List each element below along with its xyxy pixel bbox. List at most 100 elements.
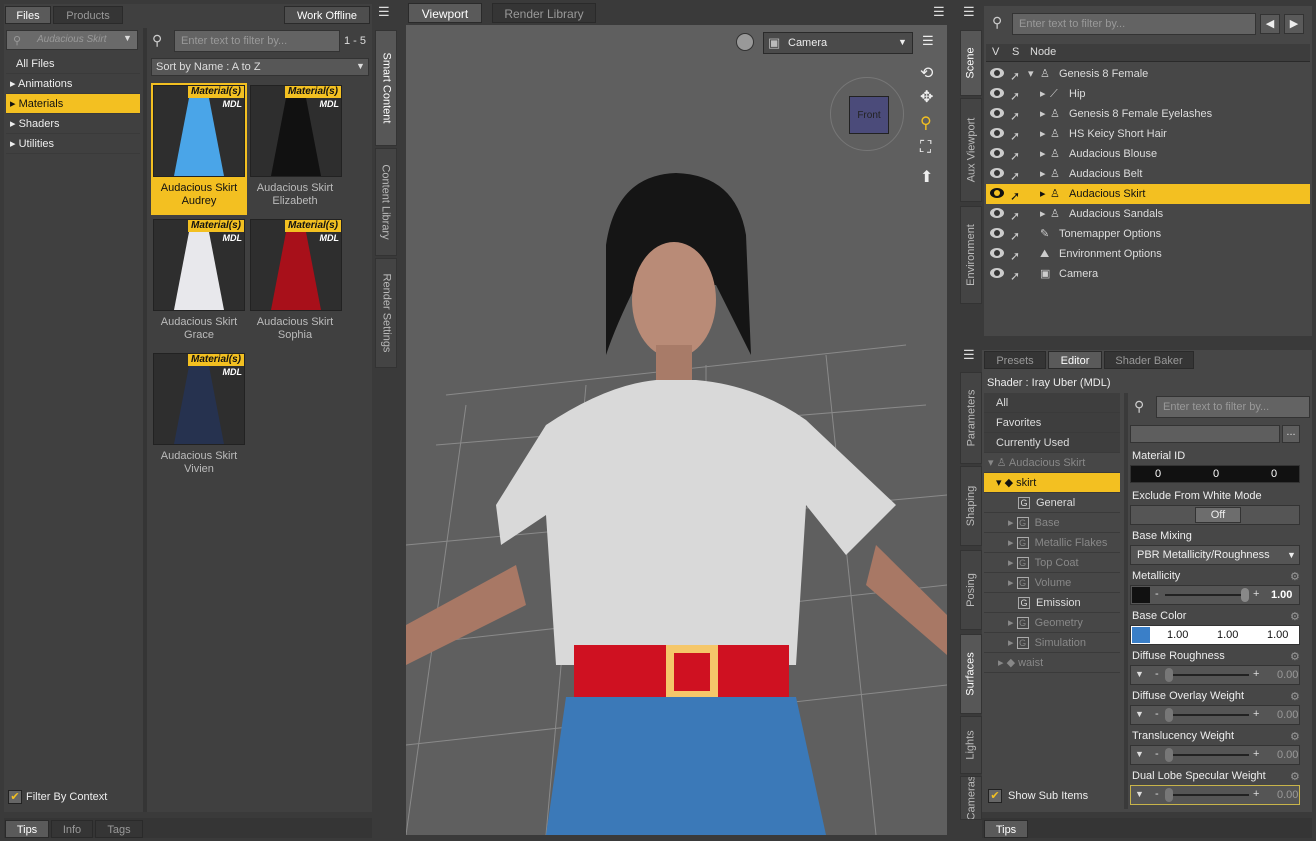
- translucency-slider[interactable]: ▼ - + 0.00: [1130, 745, 1300, 765]
- gear-icon[interactable]: ⚙: [1290, 770, 1300, 783]
- base-mixing-dropdown[interactable]: PBR Metallicity/Roughness ▼: [1130, 545, 1300, 565]
- col-s[interactable]: S: [1012, 46, 1019, 58]
- chevron-down-icon[interactable]: ▼: [1135, 709, 1144, 719]
- vtab-render-settings[interactable]: Render Settings: [375, 258, 397, 368]
- category-animations[interactable]: ▸ Animations: [6, 74, 140, 94]
- chevron-down-icon[interactable]: ▼: [1135, 669, 1144, 679]
- scene-node-belt[interactable]: ➚▸♙Audacious Belt: [986, 164, 1310, 184]
- thumb-elizabeth[interactable]: Material(s) MDL: [250, 85, 342, 177]
- expand-icon[interactable]: ▸: [1040, 144, 1046, 164]
- gear-icon[interactable]: ⚙: [1290, 610, 1300, 623]
- category-utilities[interactable]: ▸ Utilities: [6, 134, 140, 154]
- minus-icon[interactable]: -: [1155, 668, 1159, 680]
- plus-icon[interactable]: +: [1253, 588, 1259, 600]
- scene-node-blouse[interactable]: ➚▸♙Audacious Blouse: [986, 144, 1310, 164]
- vtab-shaping[interactable]: Shaping: [960, 466, 982, 546]
- expand-icon[interactable]: ▸: [1040, 124, 1046, 144]
- reset-view-icon[interactable]: ⬆: [920, 167, 933, 187]
- gear-icon[interactable]: ⚙: [1290, 570, 1300, 583]
- eye-icon[interactable]: [990, 88, 1004, 98]
- expand-icon[interactable]: ▸: [1040, 164, 1046, 184]
- work-offline-button[interactable]: Work Offline: [284, 6, 370, 24]
- select-icon[interactable]: ➚: [1010, 266, 1020, 286]
- plus-icon[interactable]: +: [1253, 788, 1259, 800]
- eye-icon[interactable]: [990, 188, 1004, 198]
- select-icon[interactable]: ➚: [1010, 186, 1020, 206]
- base-color-b[interactable]: 1.00: [1267, 629, 1288, 641]
- select-icon[interactable]: ➚: [1010, 126, 1020, 146]
- eye-icon[interactable]: [990, 228, 1004, 238]
- color-swatch[interactable]: [1132, 587, 1150, 603]
- property-field-blank[interactable]: [1130, 425, 1280, 443]
- select-icon[interactable]: ➚: [1010, 166, 1020, 186]
- group-metallic-flakes[interactable]: ▸ GMetallic Flakes: [984, 533, 1120, 553]
- frame-icon[interactable]: ⛶: [920, 139, 931, 157]
- group-top-coat[interactable]: ▸ GTop Coat: [984, 553, 1120, 573]
- slider-handle[interactable]: [1165, 788, 1173, 802]
- category-materials[interactable]: ▸ Materials: [6, 94, 140, 114]
- dual-lobe-slider[interactable]: ▼ - + 0.00: [1130, 785, 1300, 805]
- viewport-menu-icon[interactable]: ☰: [922, 33, 934, 49]
- tree-skirt[interactable]: ▾ ◆ skirt: [984, 473, 1120, 493]
- expand-icon[interactable]: ▸: [1040, 84, 1046, 104]
- material-id-field[interactable]: 0 0 0: [1130, 465, 1300, 483]
- ellipsis-button[interactable]: ...: [1282, 425, 1300, 443]
- show-sub-items-checkbox[interactable]: ✔ Show Sub Items: [988, 789, 1118, 805]
- slider-handle[interactable]: [1165, 668, 1173, 682]
- draw-style-button[interactable]: [736, 33, 754, 51]
- group-general[interactable]: GGeneral: [984, 493, 1120, 513]
- scene-node-genesis[interactable]: ➚▾♙Genesis 8 Female: [986, 64, 1310, 84]
- slider-handle[interactable]: [1165, 748, 1173, 762]
- col-v[interactable]: V: [992, 46, 999, 58]
- eye-icon[interactable]: [990, 268, 1004, 278]
- tab-presets[interactable]: Presets: [984, 351, 1046, 369]
- property-search-input[interactable]: Enter text to filter by...: [1156, 396, 1310, 418]
- toggle-off[interactable]: Off: [1195, 507, 1241, 523]
- group-volume[interactable]: ▸ GVolume: [984, 573, 1120, 593]
- scene-node-skirt[interactable]: ➚▸♙Audacious Skirt: [986, 184, 1310, 204]
- base-color-r[interactable]: 1.00: [1167, 629, 1188, 641]
- pan-icon[interactable]: ✥: [920, 87, 933, 107]
- select-icon[interactable]: ➚: [1010, 206, 1020, 226]
- tree-waist[interactable]: ▸ ◆ waist: [984, 653, 1120, 673]
- scene-search-input[interactable]: Enter text to filter by...: [1012, 13, 1256, 35]
- slider-handle[interactable]: [1241, 588, 1249, 602]
- scene-node-hip[interactable]: ➚▸⟋Hip: [986, 84, 1310, 104]
- tree-root[interactable]: ▾ ♙ Audacious Skirt: [984, 453, 1120, 473]
- minus-icon[interactable]: -: [1155, 588, 1159, 600]
- scene-node-tonemapper[interactable]: ➚✎Tonemapper Options: [986, 224, 1310, 244]
- tab-products[interactable]: Products: [53, 6, 123, 24]
- filter-all[interactable]: All: [984, 393, 1120, 413]
- select-icon[interactable]: ➚: [1010, 66, 1020, 86]
- group-emission[interactable]: GEmission: [984, 593, 1120, 613]
- camera-dropdown[interactable]: ▣ Camera ▼: [763, 32, 913, 54]
- vtab-smart-content[interactable]: Smart Content: [375, 30, 397, 146]
- eye-icon[interactable]: [990, 248, 1004, 258]
- panel-menu-icon[interactable]: ☰: [963, 347, 975, 363]
- tab-tips-right[interactable]: Tips: [984, 820, 1028, 838]
- group-geometry[interactable]: ▸ GGeometry: [984, 613, 1120, 633]
- select-icon[interactable]: ➚: [1010, 146, 1020, 166]
- vtab-scene[interactable]: Scene: [960, 30, 982, 96]
- next-button[interactable]: ▶: [1284, 14, 1304, 34]
- select-icon[interactable]: ➚: [1010, 106, 1020, 126]
- scene-node-eyelashes[interactable]: ➚▸♙Genesis 8 Female Eyelashes: [986, 104, 1310, 124]
- dual-lobe-value[interactable]: 0.00: [1277, 789, 1298, 801]
- filter-currently-used[interactable]: Currently Used: [984, 433, 1120, 453]
- expand-icon[interactable]: ▸: [1040, 184, 1046, 204]
- eye-icon[interactable]: [990, 208, 1004, 218]
- eye-icon[interactable]: [990, 168, 1004, 178]
- plus-icon[interactable]: +: [1253, 668, 1259, 680]
- thumb-sophia[interactable]: Material(s) MDL: [250, 219, 342, 311]
- scene-node-camera[interactable]: ➚▣Camera: [986, 264, 1310, 284]
- scene-node-sandals[interactable]: ➚▸♙Audacious Sandals: [986, 204, 1310, 224]
- vtab-parameters[interactable]: Parameters: [960, 372, 982, 464]
- tab-viewport[interactable]: Viewport: [408, 3, 482, 23]
- scene-node-environment[interactable]: ➚⛰Environment Options: [986, 244, 1310, 264]
- diffuse-roughness-slider[interactable]: ▼ - + 0.00: [1130, 665, 1300, 685]
- select-icon[interactable]: ➚: [1010, 246, 1020, 266]
- minus-icon[interactable]: -: [1155, 788, 1159, 800]
- base-color-field[interactable]: 1.00 1.00 1.00: [1130, 625, 1300, 645]
- vtab-cameras[interactable]: Cameras: [960, 776, 982, 820]
- group-simulation[interactable]: ▸ GSimulation: [984, 633, 1120, 653]
